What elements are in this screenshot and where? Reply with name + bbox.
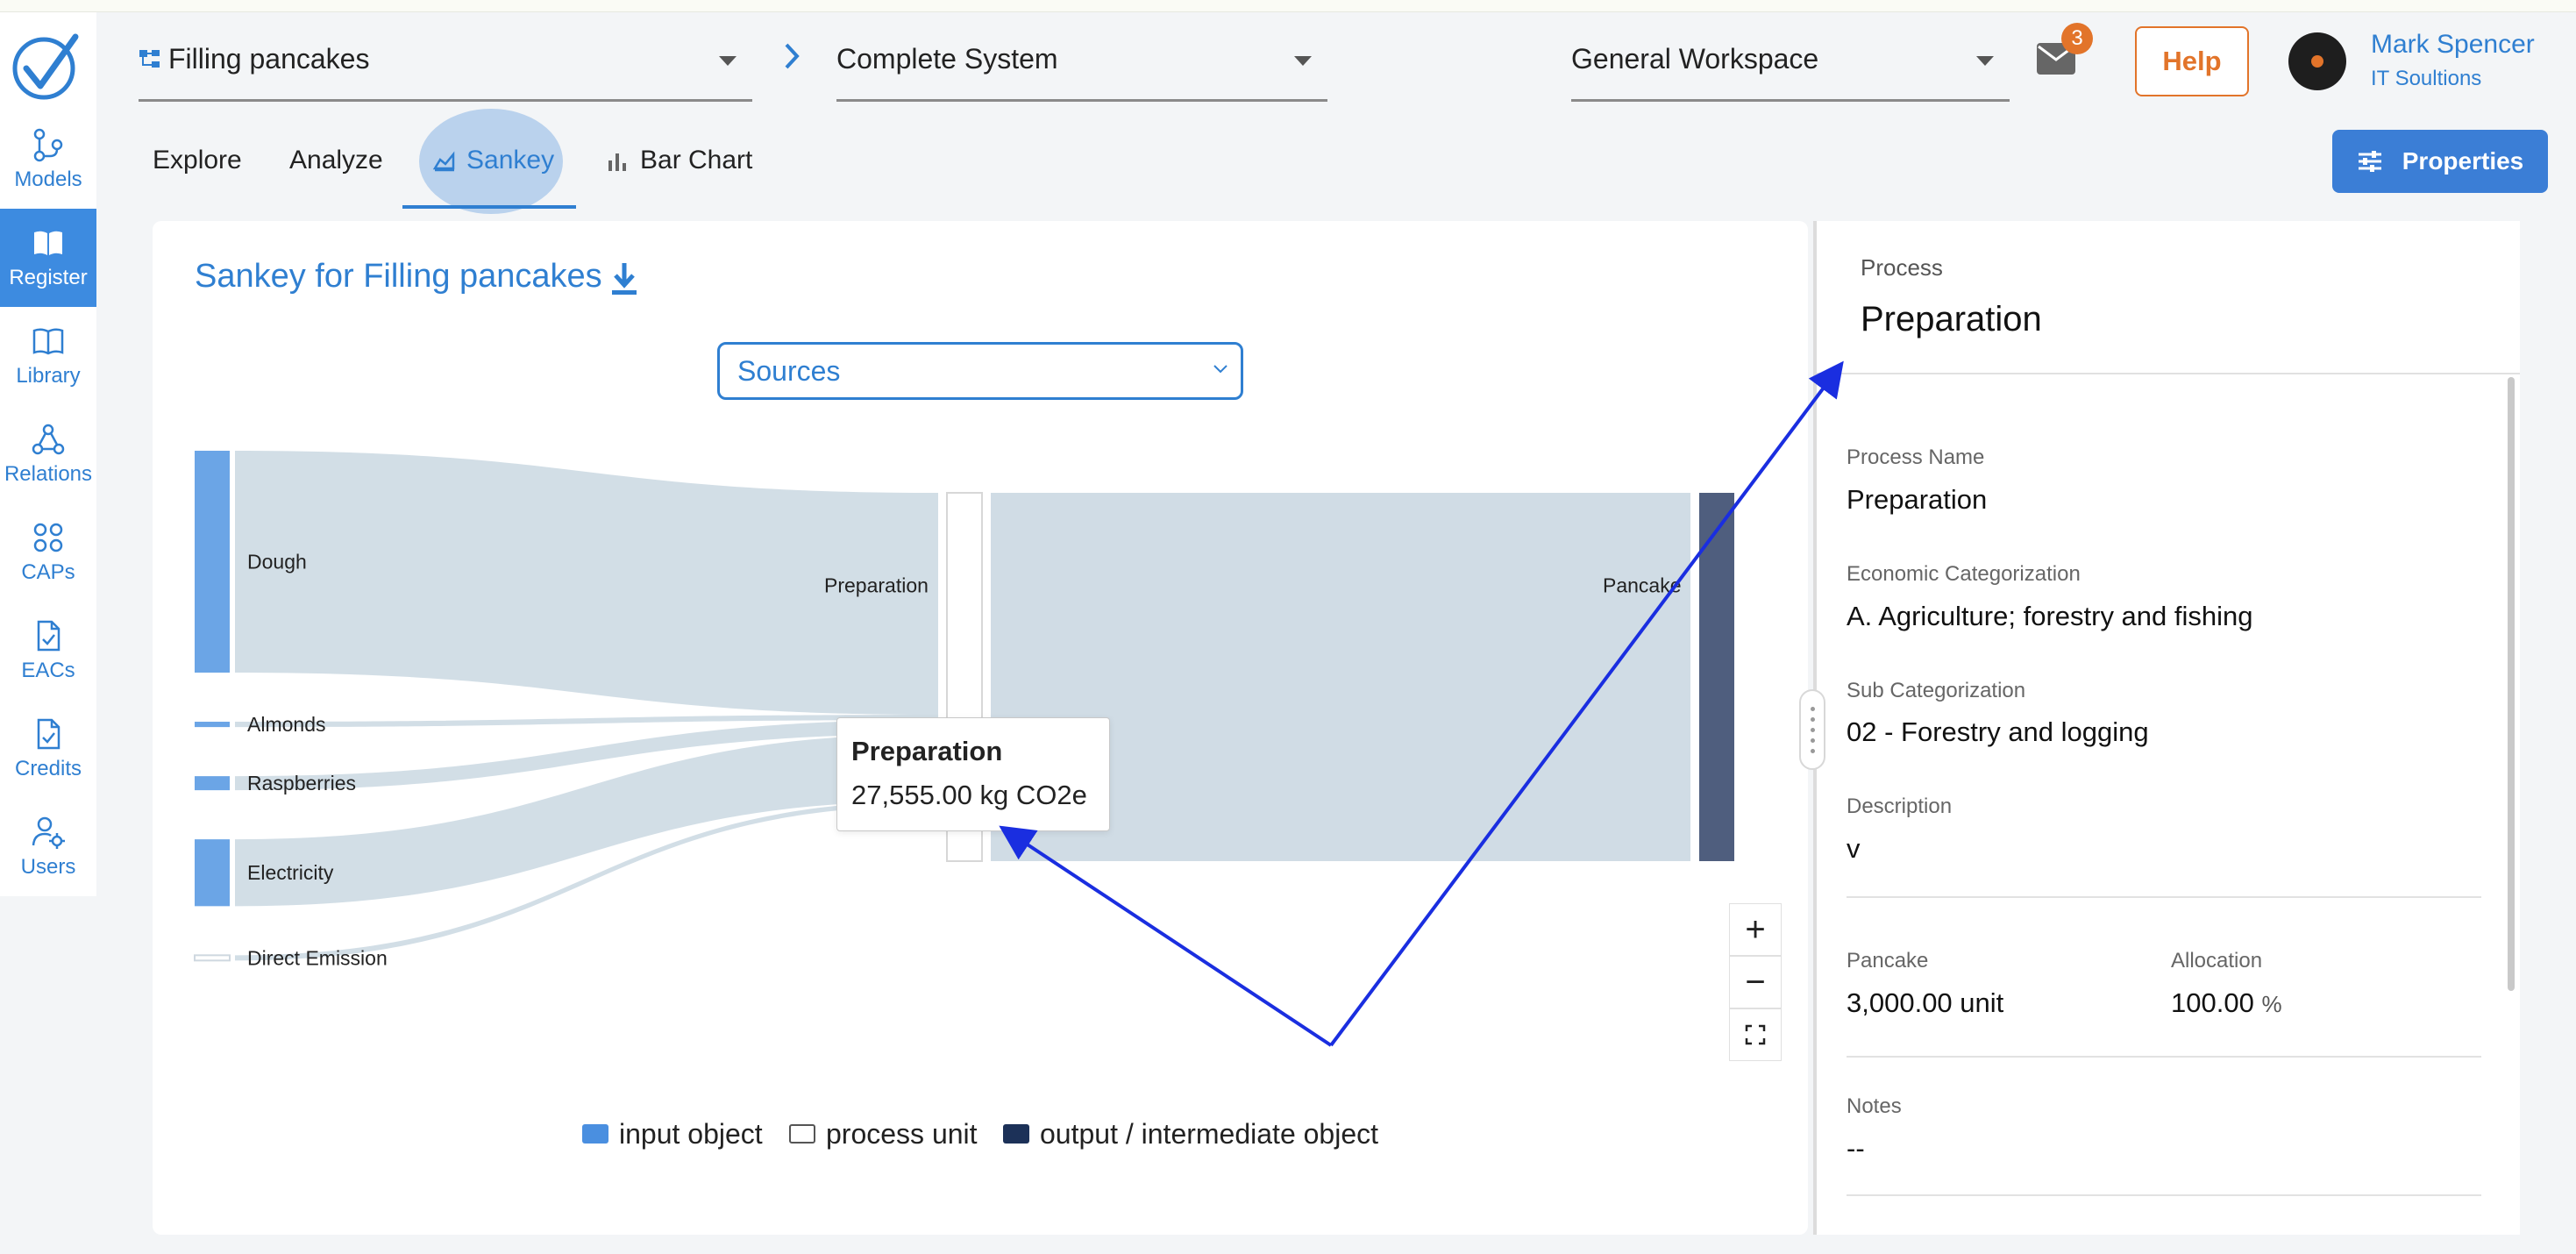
sub-value: 02 - Forestry and logging: [1847, 716, 2149, 747]
econ-label: Economic Categorization: [1847, 562, 2081, 586]
notes-label: Notes: [1847, 1094, 1902, 1118]
tooltip-title: Preparation: [851, 736, 1003, 766]
legend-swatch: [582, 1124, 608, 1144]
sankey-node-label: Direct Emission: [247, 946, 388, 969]
sankey-node-pancake: [1699, 493, 1734, 861]
sankey-node-label: Preparation: [824, 574, 929, 596]
process-name-label: Process Name: [1847, 445, 1985, 469]
econ-value: A. Agriculture; forestry and fishing: [1847, 601, 2253, 631]
sankey-node-label: Electricity: [247, 861, 334, 884]
panel-resize-handle[interactable]: [1799, 689, 1825, 770]
allocation-unit: %: [2261, 991, 2282, 1017]
panel-title: Preparation: [1861, 300, 2042, 338]
process-name-value: Preparation: [1847, 484, 1988, 515]
divider: [1847, 896, 2481, 898]
zoom-in-button[interactable]: +: [1729, 903, 1782, 956]
zoom-out-button[interactable]: −: [1729, 956, 1782, 1008]
legend-label: output / intermediate object: [1040, 1117, 1379, 1150]
sankey-node-label: Almonds: [247, 713, 325, 736]
sub-label: Sub Categorization: [1847, 679, 2026, 702]
sankey-node-electricity: [195, 839, 230, 907]
allocation-value: 100.00 %: [2171, 987, 2282, 1019]
output-label: Pancake: [1847, 949, 1929, 973]
legend-process-unit: process unit: [789, 1117, 978, 1150]
output-value: 3,000.00 unit: [1847, 987, 2004, 1018]
plus-icon: +: [1745, 909, 1766, 949]
allocation-label: Allocation: [2171, 949, 2263, 973]
sankey-node-direct-emission: [194, 954, 231, 962]
divider: [1847, 1056, 2481, 1058]
legend-label: input object: [619, 1117, 763, 1150]
panel-header: [1817, 221, 2520, 374]
sankey-node-label: Raspberries: [247, 772, 356, 794]
desc-label: Description: [1847, 794, 1953, 818]
sankey-node-dough: [195, 451, 230, 673]
minus-icon: −: [1745, 962, 1766, 1001]
sankey-node-raspberries: [195, 776, 230, 791]
fullscreen-icon: [1745, 1024, 1766, 1045]
tooltip-value: 27,555.00 kg CO2e: [851, 780, 1087, 810]
legend-output-object: output / intermediate object: [1003, 1117, 1379, 1150]
sankey-tooltip: Preparation 27,555.00 kg CO2e: [836, 717, 1110, 831]
legend-swatch: [1003, 1124, 1029, 1144]
sankey-node-label: Dough: [247, 551, 307, 574]
divider: [1847, 1194, 2481, 1196]
fullscreen-button[interactable]: [1729, 1008, 1782, 1061]
desc-value: v: [1847, 833, 1861, 864]
sankey-node-label: Pancake: [1603, 574, 1682, 596]
legend-swatch: [789, 1124, 815, 1144]
allocation-number: 100.00: [2171, 987, 2254, 1018]
panel-scrollbar[interactable]: [2508, 377, 2515, 991]
notes-value: --: [1847, 1133, 1865, 1164]
panel-section: Process: [1861, 254, 1943, 281]
legend-label: process unit: [826, 1117, 978, 1150]
legend-input-object: input object: [582, 1117, 763, 1150]
sankey-node-almonds: [195, 722, 230, 728]
